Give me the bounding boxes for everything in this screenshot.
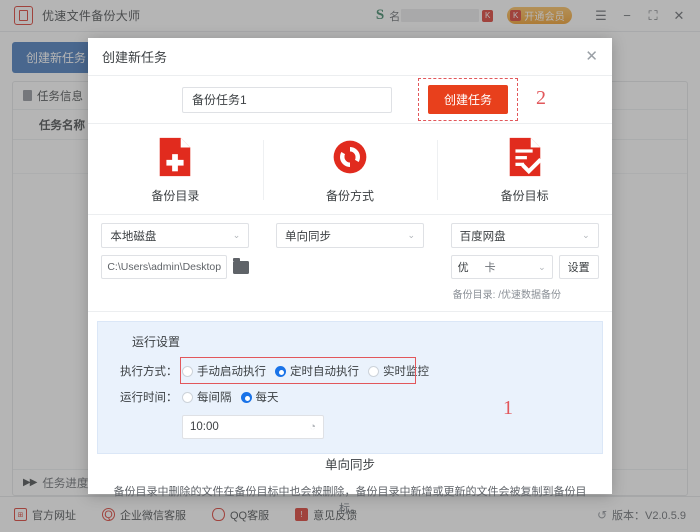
create-task-dialog: 创建新任务 ✕ 创建任务 2 备份目录 (88, 38, 612, 515)
footer-description: 备份目录中删除的文件在备份目标中也会被删除，备份目录中新增或更新的文件会被复制到… (113, 486, 587, 515)
radio-interval[interactable]: 每间隔 (182, 389, 232, 405)
target-account-value-2: 卡 (484, 262, 496, 274)
sync-circle-icon (333, 140, 367, 174)
schedule-time-input[interactable]: 10:00 ◔ (182, 415, 324, 439)
chevron-down-icon: ⌄ (582, 230, 590, 240)
target-type-value: 百度网盘 (459, 230, 506, 243)
source-type-value: 本地磁盘 (110, 230, 157, 243)
radio-dot (182, 365, 193, 377)
radio-dot (368, 365, 379, 377)
source-path-row (101, 255, 250, 279)
radio-dot-selected (240, 391, 252, 403)
target-settings-button[interactable]: 设置 (558, 255, 599, 279)
dialog-header: 创建新任务 ✕ (88, 38, 612, 76)
radio-daily[interactable]: 每天 (240, 389, 279, 405)
file-check-icon (509, 137, 542, 177)
source-path-input[interactable] (101, 255, 228, 279)
radio-scheduled-execution[interactable]: 定时自动执行 (275, 363, 359, 379)
source-type-select[interactable]: 本地磁盘 ⌄ (101, 223, 250, 248)
target-directory-note: 备份目录: /优速数据备份 (452, 290, 562, 301)
control-column-method: 单向同步 ⌄ (263, 223, 438, 301)
run-time-row: 运行时间： 每间隔 每天 (98, 387, 602, 407)
app-root: 优速文件备份大师 S 名 K K 开通会员 ☰ − ⛶ ✕ 创建新任务 任务信息… (0, 0, 700, 532)
dialog-footer-description: 单向同步 备份目录中删除的文件在备份目标中也会被删除，备份目录中新增或更新的文件… (88, 454, 612, 517)
section-label-method: 备份方式 (326, 189, 375, 203)
schedule-time-value: 10:00 (190, 421, 219, 433)
radio-dot-selected (275, 365, 286, 377)
target-type-select[interactable]: 百度网盘 ⌄ (450, 223, 599, 248)
target-account-row: 优 卡 ⌄ 设置 (450, 255, 599, 279)
task-name-input[interactable] (181, 86, 392, 113)
radio-interval-label: 每间隔 (197, 392, 232, 404)
control-column-target: 百度网盘 ⌄ 优 卡 ⌄ 设置 备份目录: /优速数据备份 (437, 223, 612, 301)
section-label-directory: 备份目录 (151, 189, 200, 203)
control-column-source: 本地磁盘 ⌄ (88, 223, 263, 301)
chevron-down-icon: ⌄ (407, 230, 415, 240)
annotation-marker-2: 2 (536, 87, 546, 109)
folder-icon[interactable] (233, 257, 250, 274)
section-backup-method: 备份方式 (262, 136, 438, 204)
radio-scheduled-label: 定时自动执行 (290, 366, 359, 378)
section-icons-row: 备份目录 备份方式 备份目标 (88, 124, 612, 215)
radio-daily-label: 每天 (255, 392, 279, 404)
footer-title: 单向同步 (324, 458, 375, 472)
run-time-label: 运行时间： (120, 392, 178, 404)
run-settings-title: 运行设置 (132, 335, 181, 349)
time-input-row: 10:00 ◔ (98, 415, 602, 439)
section-controls-row: 本地磁盘 ⌄ 单向同步 ⌄ 百度网盘 ⌄ (88, 215, 612, 312)
chevron-down-icon: ⌄ (232, 230, 241, 240)
radio-realtime-label: 实时监控 (383, 366, 429, 378)
radio-manual-label: 手动启动执行 (197, 366, 266, 378)
dialog-close-icon[interactable]: ✕ (585, 49, 598, 64)
radio-manual-execution[interactable]: 手动启动执行 (182, 363, 266, 379)
task-name-row: 创建任务 2 (88, 76, 612, 124)
section-label-target: 备份目标 (500, 189, 549, 203)
section-backup-target: 备份目标 (437, 136, 612, 204)
create-task-highlight: 创建任务 (417, 78, 518, 121)
create-task-button[interactable]: 创建任务 (427, 85, 508, 114)
file-plus-icon (160, 137, 191, 177)
clock-icon[interactable]: ◔ (309, 421, 316, 433)
radio-dot (182, 391, 193, 403)
section-backup-directory: 备份目录 (88, 136, 263, 204)
execution-mode-row: 执行方式： 手动启动执行 定时自动执行 实时监控 1 (98, 357, 602, 419)
execution-mode-label: 执行方式： (120, 366, 178, 378)
backup-method-select[interactable]: 单向同步 ⌄ (276, 223, 424, 248)
target-account-select[interactable]: 优 卡 ⌄ (450, 255, 553, 279)
backup-method-value: 单向同步 (285, 230, 331, 243)
dialog-title: 创建新任务 (102, 50, 168, 65)
chevron-down-icon: ⌄ (538, 261, 546, 272)
run-settings-panel: 运行设置 执行方式： 手动启动执行 定时自动执行 实时监控 1 运行时间： 每间… (97, 321, 603, 454)
target-account-value: 优 (457, 262, 469, 274)
radio-realtime-monitor[interactable]: 实时监控 (368, 363, 429, 379)
